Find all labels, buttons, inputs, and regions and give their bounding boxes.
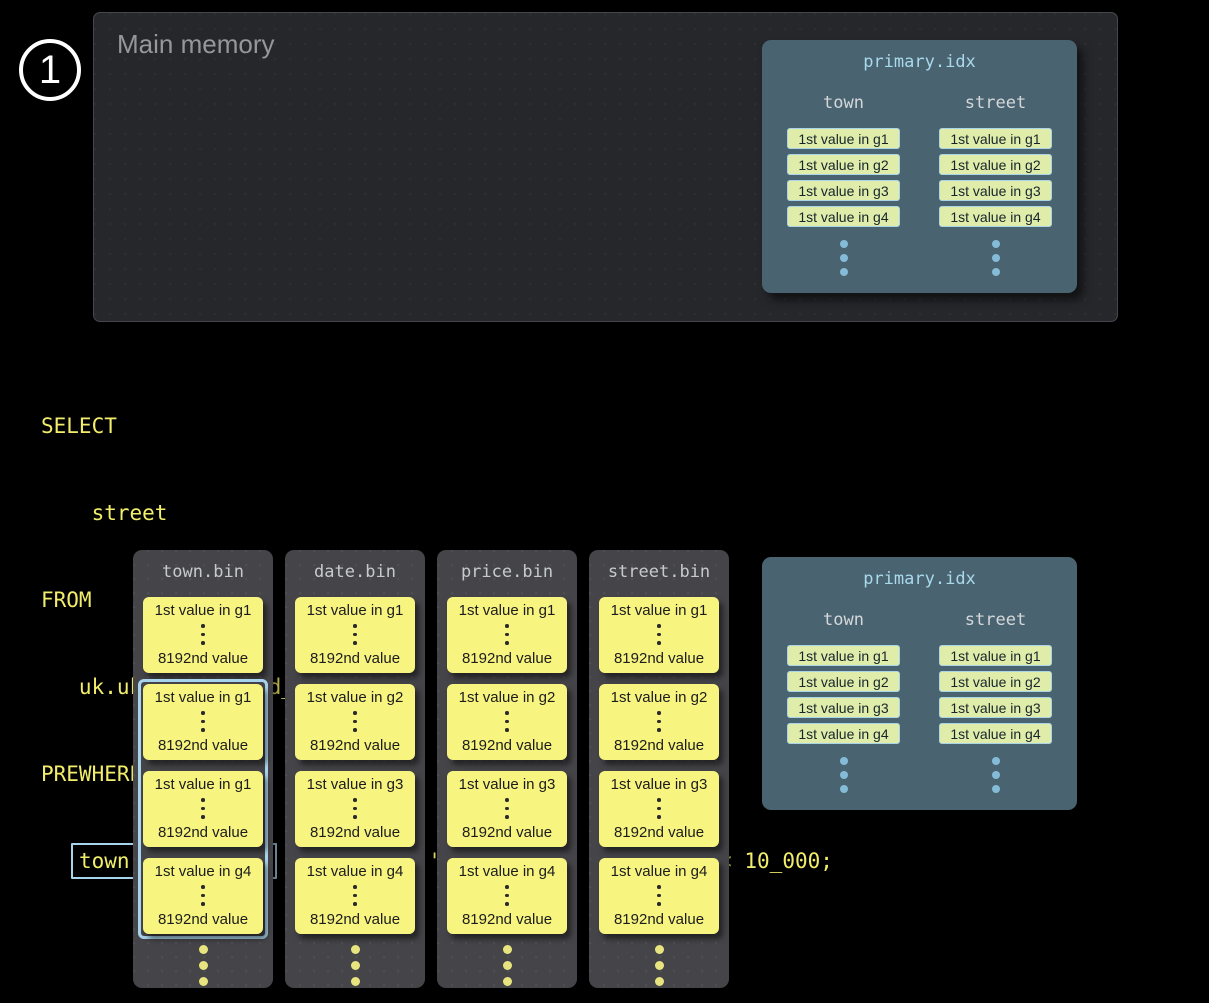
ellipsis-icon [201,711,205,732]
primary-idx-panel-bottom: primary.idx town 1st value in g1 1st val… [762,557,1077,810]
ellipsis-icon [840,757,848,793]
column-header-town: town [823,93,864,113]
granule-block: 1st value in g3 8192nd value [447,771,567,847]
granule-block: 1st value in g1 8192nd value [295,597,415,673]
column-header-street: street [965,610,1026,630]
sql-line: SELECT [41,412,833,441]
bin-column-street: street.bin 1st value in g1 8192nd value … [589,550,729,988]
primary-idx-title: primary.idx [762,569,1077,589]
ellipsis-icon [840,240,848,276]
primary-idx-street-column: street 1st value in g1 1st value in g2 1… [939,610,1052,793]
ellipsis-icon [447,945,567,986]
main-memory-panel: Main memory primary.idx town 1st value i… [93,12,1118,322]
ellipsis-icon [201,624,205,645]
ellipsis-icon [599,945,719,986]
granule-block: 1st value in g4 8192nd value [599,858,719,934]
ellipsis-icon [353,711,357,732]
primary-idx-columns: town 1st value in g1 1st value in g2 1st… [762,93,1077,276]
index-cell: 1st value in g1 [787,645,900,666]
primary-idx-columns: town 1st value in g1 1st value in g2 1st… [762,610,1077,793]
granule-block: 1st value in g3 8192nd value [295,771,415,847]
selected-granules-highlight: 1st value in g1 8192nd value 1st value i… [138,679,268,939]
granule-block: 1st value in g3 8192nd value [599,771,719,847]
step-number: 1 [39,48,61,93]
index-cell: 1st value in g2 [939,671,1052,692]
ellipsis-icon [992,757,1000,793]
bin-title: town.bin [143,562,263,581]
index-cell: 1st value in g1 [939,645,1052,666]
granule-block: 1st value in g1 8192nd value [599,597,719,673]
index-cell: 1st value in g4 [939,206,1052,227]
index-cell: 1st value in g3 [787,697,900,718]
ellipsis-icon [201,885,205,906]
bin-title: street.bin [599,562,719,581]
sql-line: street [41,499,833,528]
ellipsis-icon [657,885,661,906]
index-cell: 1st value in g3 [939,697,1052,718]
index-cell: 1st value in g1 [787,128,900,149]
granule-block: 1st value in g1 8192nd value [143,684,263,760]
bin-column-date: date.bin 1st value in g1 8192nd value 1s… [285,550,425,988]
diagram-canvas: 1 Main memory primary.idx town 1st value… [0,0,1209,1003]
index-cell: 1st value in g3 [787,180,900,201]
ellipsis-icon [505,624,509,645]
index-cell: 1st value in g2 [787,671,900,692]
index-cell: 1st value in g4 [787,723,900,744]
ellipsis-icon [657,711,661,732]
column-header-street: street [965,93,1026,113]
ellipsis-icon [353,798,357,819]
index-cell: 1st value in g1 [939,128,1052,149]
granule-block: 1st value in g1 8192nd value [143,771,263,847]
index-cell: 1st value in g3 [939,180,1052,201]
granule-block: 1st value in g2 8192nd value [599,684,719,760]
ellipsis-icon [992,240,1000,276]
primary-idx-panel-top: primary.idx town 1st value in g1 1st val… [762,40,1077,293]
ellipsis-icon [657,798,661,819]
ellipsis-icon [657,624,661,645]
granule-block: 1st value in g4 8192nd value [447,858,567,934]
primary-idx-town-column: town 1st value in g1 1st value in g2 1st… [787,93,900,276]
index-cell: 1st value in g4 [787,206,900,227]
primary-idx-title: primary.idx [762,52,1077,72]
ellipsis-icon [295,945,415,986]
granule-block: 1st value in g1 8192nd value [447,597,567,673]
ellipsis-icon [505,711,509,732]
granule-block: 1st value in g4 8192nd value [295,858,415,934]
ellipsis-icon [353,624,357,645]
index-cell: 1st value in g4 [939,723,1052,744]
main-memory-title: Main memory [117,29,274,60]
bin-column-price: price.bin 1st value in g1 8192nd value 1… [437,550,577,988]
granule-block: 1st value in g4 8192nd value [143,858,263,934]
ellipsis-icon [201,798,205,819]
ellipsis-icon [143,945,263,986]
index-cell: 1st value in g2 [787,154,900,175]
step-1-badge: 1 [19,39,81,101]
primary-idx-town-column: town 1st value in g1 1st value in g2 1st… [787,610,900,793]
column-header-town: town [823,610,864,630]
bin-title: price.bin [447,562,567,581]
bin-column-town: town.bin 1st value in g1 8192nd value 1s… [133,550,273,988]
ellipsis-icon [353,885,357,906]
granule-block: 1st value in g2 8192nd value [295,684,415,760]
ellipsis-icon [505,885,509,906]
granule-block: 1st value in g2 8192nd value [447,684,567,760]
granule-block: 1st value in g1 8192nd value [143,597,263,673]
primary-idx-street-column: street 1st value in g1 1st value in g2 1… [939,93,1052,276]
bin-title: date.bin [295,562,415,581]
index-cell: 1st value in g2 [939,154,1052,175]
ellipsis-icon [505,798,509,819]
